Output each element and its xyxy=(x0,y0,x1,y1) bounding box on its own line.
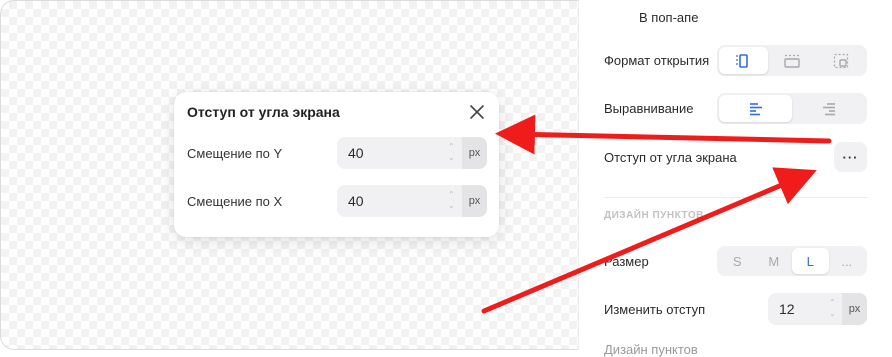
size-option-m[interactable]: M xyxy=(756,248,793,274)
size-option-more[interactable]: ... xyxy=(829,248,866,274)
align-left-icon[interactable] xyxy=(719,95,792,122)
size-selector: S M L ... xyxy=(717,246,867,276)
alignment-label: Выравнивание xyxy=(604,101,694,116)
offset-x-input[interactable]: 40 ⌃ ⌄ px xyxy=(337,185,487,217)
stepper-arrows-icon[interactable]: ⌃ ⌄ xyxy=(448,141,455,163)
alignment-selector xyxy=(717,93,867,124)
popup-title: Отступ от угла экрана xyxy=(187,104,340,120)
change-offset-value: 12 xyxy=(779,301,795,317)
topbar-layout-icon[interactable] xyxy=(768,47,817,74)
unit-label: px xyxy=(462,185,487,217)
size-option-s[interactable]: S xyxy=(719,248,756,274)
divider xyxy=(604,197,868,198)
offset-y-value: 40 xyxy=(348,145,364,161)
settings-panel: В поп-апе Формат открытия Выравнивание О… xyxy=(578,0,892,357)
corner-layout-icon[interactable] xyxy=(816,47,865,74)
inpopup-label: В поп-апе xyxy=(639,10,699,25)
corner-offset-label: Отступ от угла экрана xyxy=(604,150,737,165)
open-format-label: Формат открытия xyxy=(604,53,710,68)
sidebar-layout-icon[interactable] xyxy=(719,47,768,74)
stepper-arrows-icon[interactable]: ⌃ ⌄ xyxy=(829,297,836,319)
offset-y-input[interactable]: 40 ⌃ ⌄ px xyxy=(337,137,487,169)
offset-x-label: Смещение по X xyxy=(187,194,283,209)
offset-x-value: 40 xyxy=(348,193,364,209)
section-title: ДИЗАЙН ПУНКТОВ xyxy=(604,210,704,221)
offset-y-label: Смещение по Y xyxy=(187,146,283,161)
unit-label: px xyxy=(842,293,867,325)
open-format-selector xyxy=(717,45,867,76)
stepper-arrows-icon[interactable]: ⌃ ⌄ xyxy=(448,189,455,211)
change-offset-input[interactable]: 12 ⌃ ⌄ px xyxy=(768,293,867,325)
size-option-l[interactable]: L xyxy=(792,248,829,274)
unit-label: px xyxy=(462,137,487,169)
align-right-icon[interactable] xyxy=(792,95,865,122)
corner-offset-popup: Отступ от угла экрана Смещение по Y 40 ⌃… xyxy=(174,92,499,237)
change-offset-label: Изменить отступ xyxy=(604,302,706,317)
size-label: Размер xyxy=(604,254,649,269)
more-options-button[interactable]: ··· xyxy=(834,142,867,172)
close-icon[interactable] xyxy=(469,104,485,120)
